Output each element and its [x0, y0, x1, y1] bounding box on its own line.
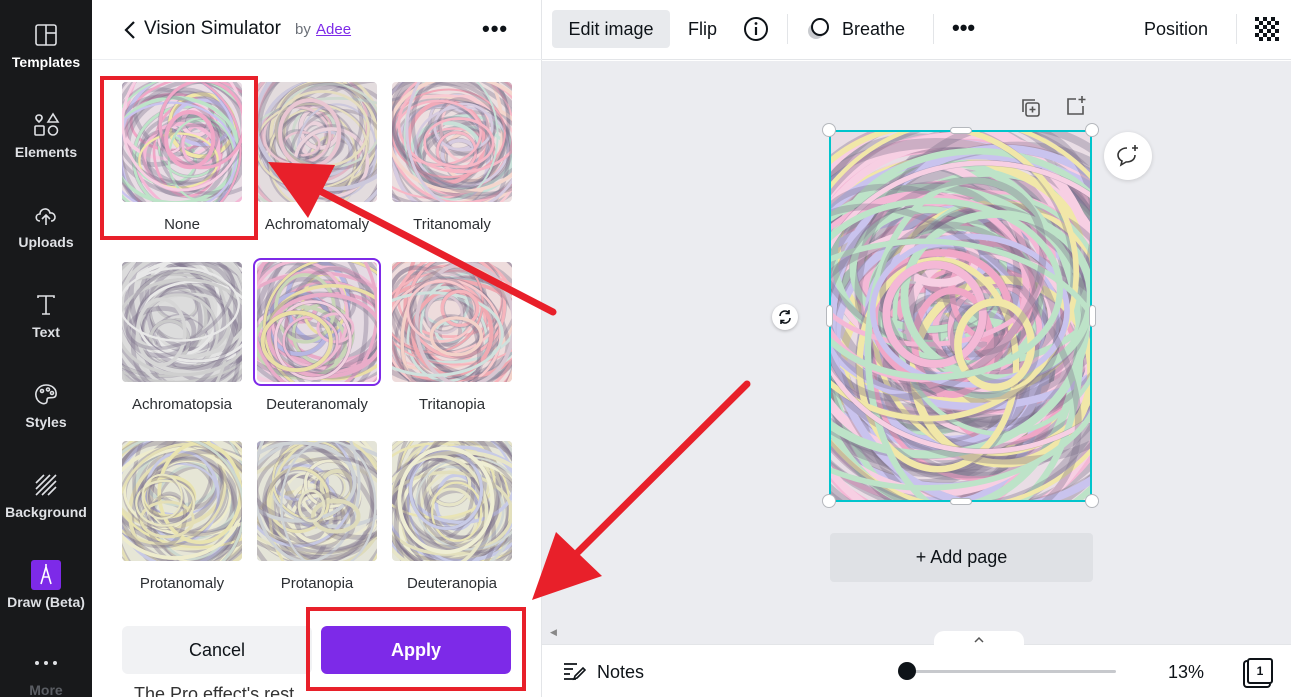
editor-toolbar: Edit image Flip Breathe ••• Position [542, 0, 1291, 60]
filter-thumbnail[interactable] [392, 262, 512, 382]
elements-icon [31, 110, 61, 140]
toolbar-more-icon[interactable]: ••• [952, 15, 975, 41]
panel-header: Vision Simulator by Adee ••• [92, 0, 542, 60]
resize-handle[interactable] [950, 127, 972, 134]
filter-option-label: Protanopia [280, 575, 354, 592]
left-rail: Templates Elements Uploads Text Styles B… [0, 0, 92, 697]
rail-item-more[interactable]: More [0, 640, 92, 697]
toolbar-divider [787, 14, 788, 44]
scroll-left-icon[interactable]: ◀ [550, 627, 557, 638]
author-link[interactable]: Adee [316, 21, 351, 38]
chevron-up-icon [974, 636, 984, 643]
filter-thumbnail[interactable] [253, 258, 381, 386]
filter-option-label: Achromatopsia [131, 396, 233, 413]
zoom-slider-handle[interactable] [898, 662, 916, 680]
position-button[interactable]: Position [1144, 19, 1208, 40]
panel-title: Vision Simulator [144, 18, 281, 39]
rail-label: Templates [11, 54, 81, 70]
filter-option-label: Tritanopia [418, 396, 486, 413]
add-page-button[interactable]: + Add page [830, 533, 1093, 582]
filter-option-label: Tritanomaly [413, 216, 491, 233]
filter-option-label: Achromatomaly [264, 216, 370, 233]
rail-label: Uploads [18, 234, 74, 250]
notes-icon [564, 663, 586, 681]
resize-handle[interactable] [1089, 305, 1096, 327]
rail-item-templates[interactable]: Templates [0, 6, 92, 86]
rail-label: More [29, 682, 63, 697]
resize-handle[interactable] [1085, 494, 1099, 508]
templates-icon [31, 20, 61, 50]
add-comment-button[interactable] [1104, 132, 1152, 180]
resize-handle[interactable] [826, 305, 833, 327]
chevron-left-icon[interactable] [120, 18, 140, 42]
rail-item-background[interactable]: Background [0, 456, 92, 536]
add-page-icon[interactable] [1065, 95, 1087, 117]
annotation-box-none [100, 76, 258, 240]
filter-option-label: Deuteranomaly [266, 396, 368, 413]
background-icon [31, 470, 61, 500]
more-dots-icon [31, 648, 61, 678]
toolbar-divider [933, 14, 934, 44]
design-canvas: + Add page ◀ [542, 61, 1291, 644]
filter-thumbnail[interactable] [122, 441, 242, 561]
editor-footer: Notes 13% 1 [542, 631, 1291, 697]
rail-label: Background [5, 504, 87, 520]
rail-label: Elements [14, 144, 78, 160]
draw-icon [31, 560, 61, 590]
resize-handle[interactable] [822, 123, 836, 137]
rotate-icon [779, 310, 791, 324]
canvas-image[interactable] [829, 130, 1092, 502]
styles-icon [31, 380, 61, 410]
partial-text: The Pro effect's rest [134, 684, 295, 697]
info-icon[interactable] [743, 16, 769, 42]
rail-item-styles[interactable]: Styles [0, 366, 92, 446]
filter-thumbnail[interactable] [392, 82, 512, 202]
more-options-icon[interactable]: ••• [482, 16, 508, 42]
filter-thumbnail[interactable] [122, 262, 242, 382]
rail-item-uploads[interactable]: Uploads [0, 186, 92, 266]
breathe-effect-icon [808, 18, 829, 39]
rail-label: Styles [25, 414, 67, 430]
rail-item-text[interactable]: Text [0, 276, 92, 356]
notes-button[interactable]: Notes [597, 662, 644, 683]
text-icon [31, 290, 61, 320]
filter-thumbnail[interactable] [257, 82, 377, 202]
filter-option-label: Deuteranopia [406, 575, 498, 592]
rail-item-elements[interactable]: Elements [0, 96, 92, 176]
rotate-button[interactable] [772, 304, 798, 330]
cancel-button[interactable]: Cancel [122, 626, 312, 674]
flip-button[interactable]: Flip [688, 19, 717, 40]
resize-handle[interactable] [822, 494, 836, 508]
rail-item-draw[interactable]: Draw (Beta) [0, 546, 92, 626]
annotation-box-apply [306, 607, 526, 691]
rail-label: Text [32, 324, 60, 340]
uploads-icon [31, 200, 61, 230]
edit-image-button[interactable]: Edit image [552, 10, 670, 48]
breathe-button[interactable]: Breathe [842, 19, 905, 40]
zoom-slider[interactable] [906, 670, 1116, 673]
rail-label: Draw (Beta) [7, 594, 85, 610]
by-label: by [295, 21, 311, 38]
filter-option-label: Protanomaly [139, 575, 225, 592]
duplicate-page-icon[interactable] [1020, 97, 1042, 119]
page-count-button[interactable]: 1 [1247, 658, 1273, 684]
toolbar-divider [1236, 14, 1237, 44]
show-pages-tab[interactable] [934, 631, 1024, 649]
resize-handle[interactable] [1085, 123, 1099, 137]
transparency-icon[interactable] [1254, 16, 1280, 42]
zoom-level[interactable]: 13% [1168, 662, 1204, 683]
comment-icon [1117, 145, 1138, 167]
filter-thumbnail[interactable] [392, 441, 512, 561]
resize-handle[interactable] [950, 498, 972, 505]
filter-thumbnail[interactable] [257, 441, 377, 561]
